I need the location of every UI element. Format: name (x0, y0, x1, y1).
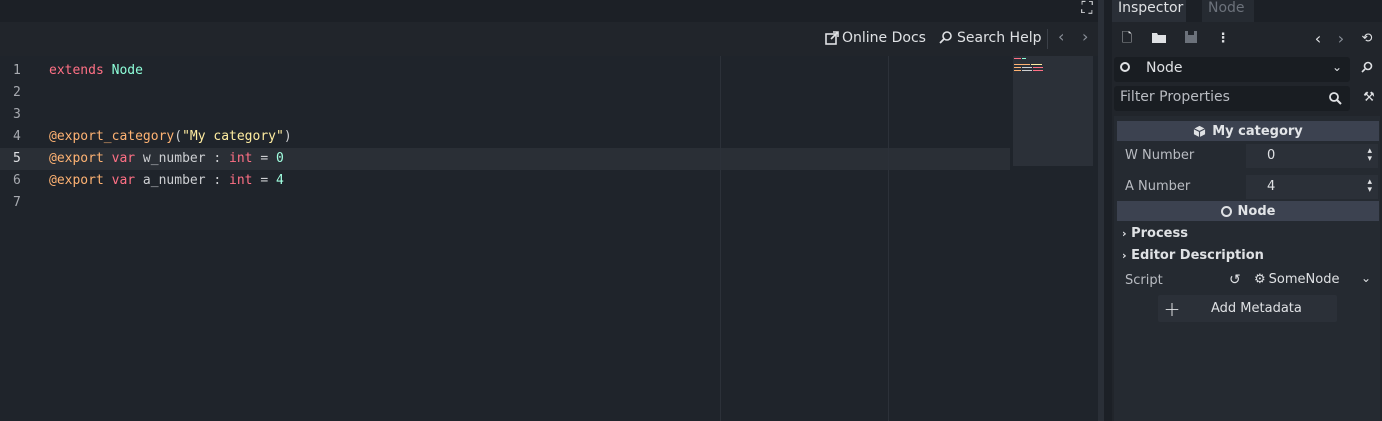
object-selector[interactable]: Node ⌄ (1114, 57, 1350, 82)
distraction-free-icon[interactable]: ⛶ (1077, 0, 1097, 18)
script-value: SomeNode (1268, 272, 1340, 287)
category-title: My category (1212, 123, 1303, 139)
node-circle-icon (1120, 62, 1130, 72)
script-label: Script (1125, 273, 1163, 288)
w-number-spinbox[interactable]: 0 ▴ ▾ (1246, 144, 1378, 168)
node-circle-icon (1220, 205, 1232, 217)
process-label: Process (1131, 226, 1188, 241)
code-editor[interactable]: 1 2 3 4 5 6 7 extends Node @export_category("My… (0, 56, 1098, 421)
search-icon (1329, 92, 1342, 105)
history-back-icon[interactable]: ‹ (1309, 30, 1327, 48)
spin-arrows-icon[interactable]: ▴ ▾ (1367, 178, 1372, 195)
back-arrow-icon[interactable]: ‹ (1058, 27, 1064, 46)
line-number: 4 (13, 129, 21, 144)
w-number-label: W Number (1125, 148, 1195, 163)
history-forward-icon[interactable]: › (1332, 30, 1350, 48)
save-icon[interactable] (1182, 30, 1200, 48)
script-resource-picker[interactable]: ⚙ SomeNode (1254, 272, 1339, 287)
add-metadata-label: Add Metadata (1211, 301, 1302, 316)
node-section-header: Node (1117, 201, 1379, 221)
tab-node[interactable]: Node (1202, 0, 1254, 22)
process-section[interactable]: › Process (1122, 226, 1188, 241)
search-help-icon (939, 31, 952, 44)
new-resource-icon[interactable]: 🗋 (1118, 30, 1136, 48)
filter-placeholder: Filter Properties (1120, 89, 1230, 105)
inspector-panel: Inspector Node 🗋 ⋮ ‹ › ⟲ Node ⌄ Filter P… (1112, 0, 1382, 421)
code-line: @export var w_number : int = 0 (49, 151, 284, 166)
chevron-down-icon: ⌄ (1331, 60, 1342, 74)
category-header-my-category: My category (1117, 121, 1379, 141)
cube-icon (1193, 125, 1206, 137)
toolbar-separator (1047, 29, 1048, 49)
line-number: 5 (13, 151, 21, 166)
chevron-down-icon[interactable]: ⌄ (1361, 271, 1371, 285)
line-length-guide (720, 56, 721, 421)
a-number-value: 4 (1267, 179, 1276, 194)
script-toolbar: Online Docs Search Help ‹ › (0, 22, 1103, 56)
filter-properties-input[interactable]: Filter Properties (1114, 86, 1350, 111)
code-line: extends Node (49, 63, 143, 78)
code-line: @export var a_number : int = 4 (49, 173, 284, 188)
gear-icon: ⚙ (1254, 272, 1266, 287)
a-number-spinbox[interactable]: 4 ▴ ▾ (1246, 175, 1378, 199)
editor-description-label: Editor Description (1131, 248, 1264, 263)
panel-splitter[interactable] (1104, 0, 1112, 421)
object-name: Node (1146, 60, 1183, 76)
a-number-label: A Number (1125, 179, 1191, 194)
spin-arrows-icon[interactable]: ▴ ▾ (1367, 147, 1372, 164)
search-help-button[interactable]: Search Help (938, 28, 1041, 48)
minimap-content (1014, 58, 1043, 71)
external-link-icon (825, 31, 839, 45)
w-number-value: 0 (1267, 148, 1276, 163)
search-help-label: Search Help (957, 30, 1042, 46)
inspector-tab-bar: Inspector Node (1112, 0, 1382, 22)
line-number: 1 (13, 63, 21, 78)
tab-inspector[interactable]: Inspector (1112, 0, 1186, 22)
node-section-title: Node (1237, 203, 1276, 219)
minimap[interactable] (1013, 56, 1093, 166)
more-options-icon[interactable]: ⋮ (1214, 30, 1232, 48)
line-number: 7 (13, 195, 21, 210)
online-docs-button[interactable]: Online Docs (825, 28, 926, 48)
forward-arrow-icon[interactable]: › (1082, 27, 1088, 46)
code-line: @export_category("My category") (49, 129, 292, 144)
chevron-right-icon: › (1122, 227, 1127, 240)
plus-icon: + (1163, 296, 1181, 321)
revert-icon[interactable]: ↺ (1229, 272, 1241, 288)
open-folder-icon[interactable] (1150, 30, 1168, 48)
editor-top-strip (0, 0, 1103, 22)
online-docs-label: Online Docs (842, 30, 926, 46)
history-icon[interactable]: ⟲ (1358, 30, 1376, 48)
add-metadata-button[interactable]: + Add Metadata (1158, 295, 1337, 322)
line-number: 3 (13, 107, 21, 122)
line-length-guide-hard (888, 56, 889, 421)
tools-icon[interactable]: ⚒ (1360, 89, 1378, 107)
chevron-right-icon: › (1122, 249, 1127, 262)
editor-description-section[interactable]: › Editor Description (1122, 248, 1264, 263)
line-number: 2 (13, 85, 21, 100)
line-number: 6 (13, 173, 21, 188)
node-docs-icon[interactable] (1360, 60, 1378, 78)
